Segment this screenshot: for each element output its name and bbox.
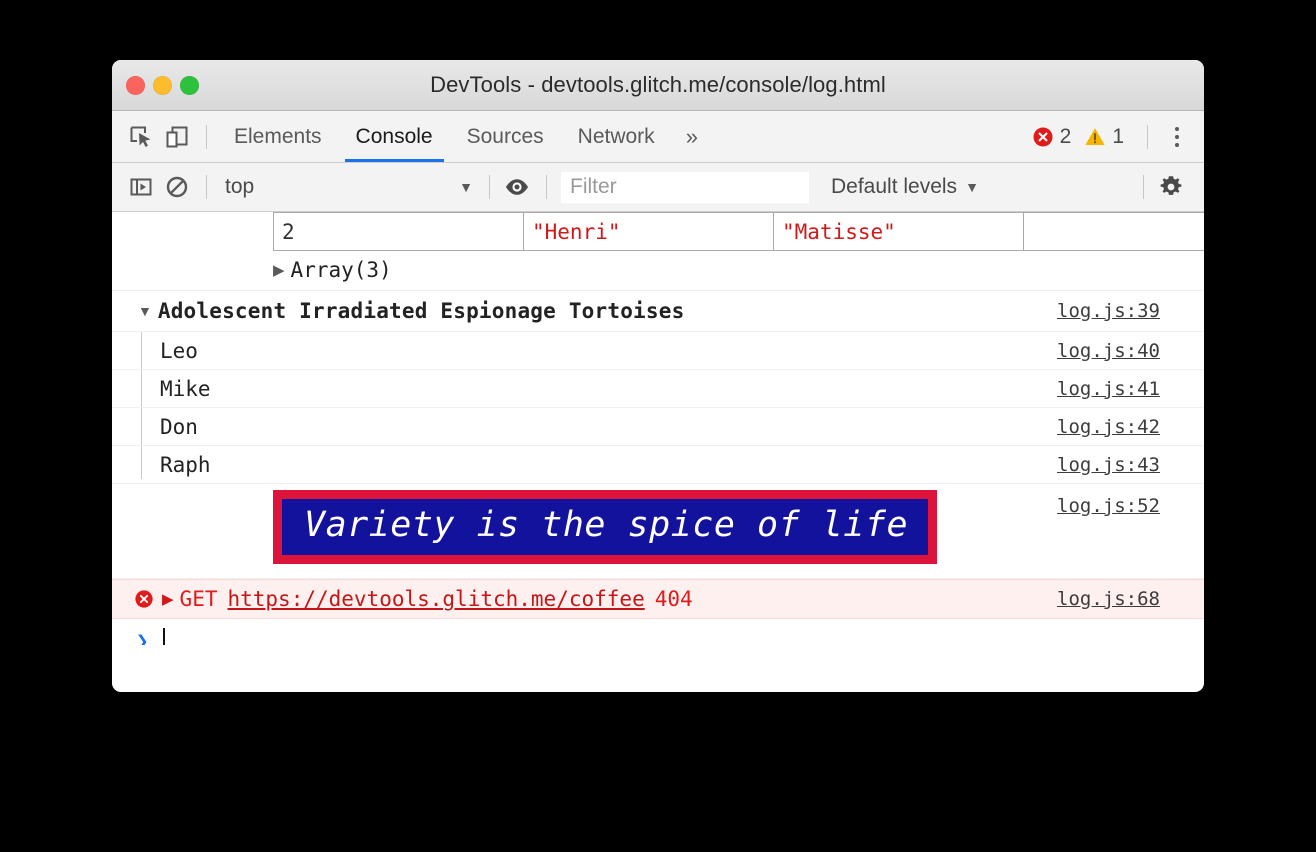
- warning-counter[interactable]: 1: [1084, 125, 1124, 149]
- error-counter[interactable]: 2: [1032, 125, 1072, 149]
- filter-placeholder: Filter: [570, 175, 617, 199]
- execution-context-selector[interactable]: top ▼: [217, 172, 479, 202]
- source-link[interactable]: log.js:43: [1057, 454, 1160, 476]
- toolbar-divider: [206, 125, 207, 149]
- chevron-down-icon[interactable]: ▼: [138, 304, 152, 318]
- request-url-link[interactable]: https://devtools.glitch.me/coffee: [227, 587, 644, 611]
- show-console-sidebar-icon[interactable]: [124, 170, 158, 204]
- table-row: 2 "Henri" "Matisse": [274, 213, 1205, 251]
- tab-sources[interactable]: Sources: [450, 111, 561, 162]
- log-message: Leo: [160, 339, 198, 363]
- filter-input[interactable]: Filter: [561, 172, 809, 203]
- request-method: GET: [180, 587, 218, 611]
- zoom-window-button[interactable]: [180, 76, 199, 95]
- table-cell-lastname: "Matisse": [774, 213, 1024, 251]
- chevron-right-icon[interactable]: ▶: [162, 592, 174, 607]
- console-table: 2 "Henri" "Matisse": [273, 212, 1204, 251]
- console-output[interactable]: 2 "Henri" "Matisse" ▶ Array(3) ▼ Adolesc…: [112, 212, 1204, 645]
- source-link[interactable]: log.js:52: [1057, 495, 1160, 517]
- table-cell-empty: [1024, 213, 1205, 251]
- inspect-element-icon[interactable]: [124, 120, 158, 154]
- issue-counters: 2 1: [1032, 111, 1192, 162]
- warning-triangle-icon: [1084, 126, 1106, 148]
- more-options-icon[interactable]: [1162, 122, 1192, 152]
- tab-elements[interactable]: Elements: [217, 111, 339, 162]
- console-error-row[interactable]: ▶ GET https://devtools.glitch.me/coffee …: [112, 579, 1204, 619]
- console-styled-message-row: Variety is the spice of life log.js:52: [112, 484, 1204, 579]
- console-toolbar-divider-3: [546, 175, 547, 199]
- styled-message-text: Variety is the spice of life: [304, 505, 908, 545]
- styled-message-box: Variety is the spice of life: [273, 490, 937, 564]
- tab-network[interactable]: Network: [561, 111, 672, 162]
- console-table-row: 2 "Henri" "Matisse": [112, 212, 1204, 250]
- source-link[interactable]: log.js:39: [1057, 300, 1160, 322]
- array-label: Array(3): [291, 258, 392, 282]
- log-levels-dropdown[interactable]: Default levels ▼: [825, 172, 985, 202]
- console-prompt-row[interactable]: ❯: [112, 619, 1204, 645]
- chevron-down-icon: ▼: [965, 180, 979, 194]
- console-group-item: Leo log.js:40: [112, 332, 1204, 370]
- tab-console[interactable]: Console: [339, 111, 450, 162]
- minimize-window-button[interactable]: [153, 76, 172, 95]
- window-title: DevTools - devtools.glitch.me/console/lo…: [112, 72, 1204, 98]
- prompt-chevron-icon: ❯: [136, 631, 149, 646]
- text-cursor: [163, 628, 165, 645]
- error-circle-icon: [1032, 126, 1054, 148]
- console-group-item: Mike log.js:41: [112, 370, 1204, 408]
- console-group-header[interactable]: ▼ Adolescent Irradiated Espionage Tortoi…: [112, 291, 1204, 332]
- device-toolbar-icon[interactable]: [160, 120, 194, 154]
- chevron-down-icon: ▼: [459, 180, 473, 194]
- table-cell-firstname: "Henri": [524, 213, 774, 251]
- eye-icon[interactable]: [500, 170, 534, 204]
- chevron-right-icon[interactable]: ▶: [273, 263, 285, 278]
- more-tabs-button[interactable]: »: [672, 111, 712, 162]
- log-message: Raph: [160, 453, 211, 477]
- warning-count: 1: [1112, 125, 1124, 149]
- devtools-tabstrip: Elements Console Sources Network » 2: [112, 111, 1204, 163]
- execution-context-value: top: [225, 175, 459, 199]
- gear-icon[interactable]: [1154, 170, 1188, 204]
- error-count: 2: [1060, 125, 1072, 149]
- clear-console-icon[interactable]: [160, 170, 194, 204]
- console-toolbar-divider-1: [206, 175, 207, 199]
- traffic-lights: [126, 76, 199, 95]
- log-levels-value: Default levels: [831, 175, 957, 199]
- settings-group: [1133, 170, 1190, 204]
- source-link[interactable]: log.js:40: [1057, 340, 1160, 362]
- source-link[interactable]: log.js:42: [1057, 416, 1160, 438]
- log-message: Don: [160, 415, 198, 439]
- panel-tabs: Elements Console Sources Network »: [217, 111, 712, 162]
- status-code: 404: [655, 587, 693, 611]
- console-group-item: Raph log.js:43: [112, 446, 1204, 484]
- source-link[interactable]: log.js:68: [1057, 588, 1160, 610]
- console-toolbar-divider-4: [1143, 175, 1144, 199]
- group-title: Adolescent Irradiated Espionage Tortoise…: [158, 299, 685, 323]
- console-array-entry[interactable]: ▶ Array(3): [112, 250, 1204, 291]
- window-titlebar: DevTools - devtools.glitch.me/console/lo…: [112, 60, 1204, 111]
- log-message: Mike: [160, 377, 211, 401]
- console-toolbar: top ▼ Filter Default levels ▼: [112, 163, 1204, 212]
- console-group-item: Don log.js:42: [112, 408, 1204, 446]
- error-circle-icon: [134, 589, 154, 609]
- devtools-window: DevTools - devtools.glitch.me/console/lo…: [112, 60, 1204, 692]
- counters-divider: [1147, 125, 1148, 149]
- source-link[interactable]: log.js:41: [1057, 378, 1160, 400]
- table-cell-index: 2: [274, 213, 524, 251]
- console-toolbar-divider-2: [489, 175, 490, 199]
- close-window-button[interactable]: [126, 76, 145, 95]
